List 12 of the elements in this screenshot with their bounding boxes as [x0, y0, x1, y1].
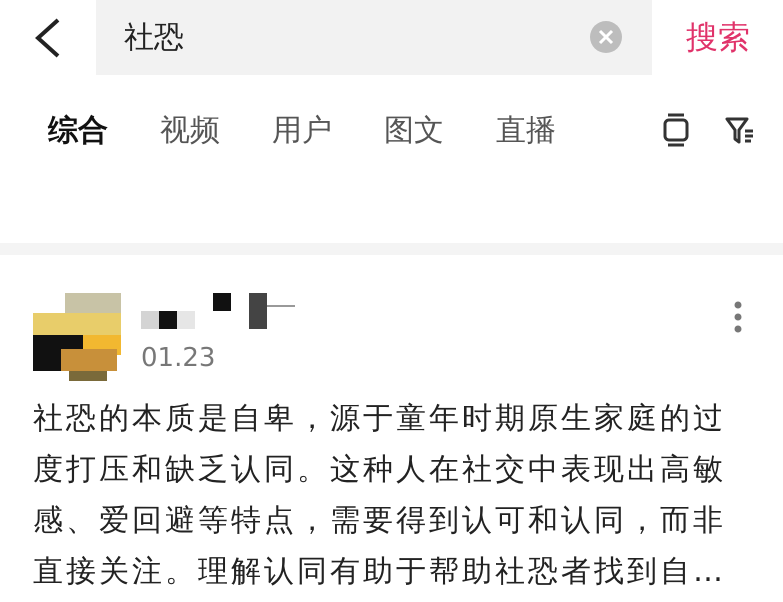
more-icon[interactable] [733, 301, 743, 333]
tab[interactable]: 视频 [160, 110, 220, 150]
tab[interactable]: 综合 [48, 110, 108, 150]
card-icon[interactable] [661, 113, 691, 147]
post-date: 01.23 [141, 343, 216, 373]
pixelated-avatar[interactable] [33, 293, 121, 381]
tab[interactable]: 直播 [496, 110, 556, 150]
post-text: 社恐的本质是自卑，源于童年时期原生家庭的过度打压和缺乏认同。这种人在社交中表现出高敏感、爱回避等特点，需要得到认可和认同，而非直接关注。理解认同有助于帮助社恐者找到自… [32, 400, 727, 591]
search-button[interactable]: 搜索 [686, 16, 750, 60]
search-field[interactable]: 社恐 [96, 0, 652, 75]
tab[interactable]: 用户 [272, 110, 332, 150]
tab[interactable]: 图文 [384, 110, 444, 150]
